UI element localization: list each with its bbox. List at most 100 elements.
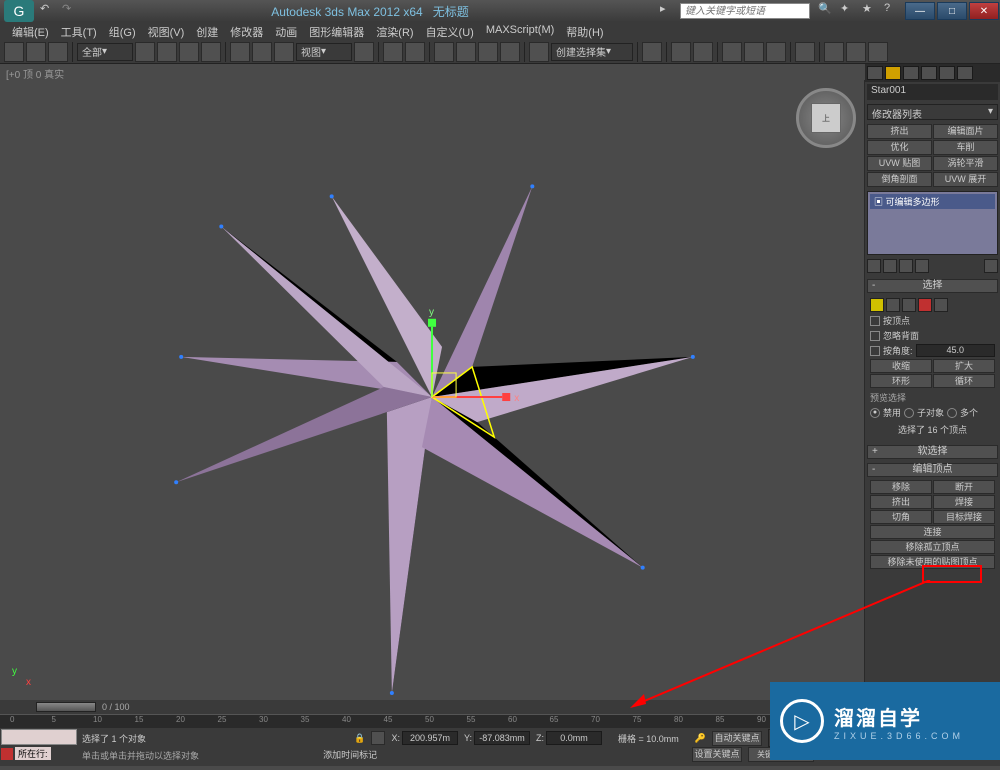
rotate-button[interactable] [252,42,272,62]
ring-button[interactable]: 环形 [870,374,932,388]
trackbar-strip[interactable] [1,729,77,745]
show-end-result-button[interactable] [883,259,897,273]
transform-type-button[interactable] [371,731,385,745]
edit-named-sel-button[interactable] [529,42,549,62]
x-coord-field[interactable]: 200.957m [402,731,458,745]
add-time-tag[interactable]: 添加时间标记 [323,748,377,761]
break-vertex-button[interactable]: 断开 [933,480,995,494]
favorite-icon[interactable]: ★ [862,2,880,20]
pin-stack-button[interactable] [867,259,881,273]
ignore-backfacing-checkbox[interactable] [870,331,880,341]
viewcube-face[interactable]: 上 [811,103,841,133]
target-weld-button[interactable]: 目标焊接 [933,510,995,524]
render-setup-button[interactable] [824,42,844,62]
redo-icon[interactable]: ↷ [62,2,80,20]
tab-motion[interactable] [921,66,937,80]
ref-coord-dropdown[interactable]: 视图 ▾ [296,43,352,61]
key-icon[interactable]: 🔑 [695,733,706,744]
remove-vertex-button[interactable]: 移除 [870,480,932,494]
move-button[interactable] [230,42,250,62]
tab-create[interactable] [867,66,883,80]
link-button[interactable] [48,42,68,62]
remove-unused-map-button[interactable]: 移除未使用的贴图顶点 [870,555,995,569]
chamfer-vertex-button[interactable]: 切角 [870,510,932,524]
view-cube[interactable]: 上 [796,88,856,148]
connect-vertices-button[interactable]: 连接 [870,525,995,539]
subobj-edge-button[interactable] [886,298,900,312]
tab-utilities[interactable] [957,66,973,80]
tab-modify[interactable] [885,66,901,80]
viewport[interactable]: x y 上 [0,80,865,700]
lock-icon[interactable]: 🔒 [354,733,365,744]
edit-vertices-header[interactable]: -编辑顶点 [867,463,998,477]
material-editor-button[interactable] [795,42,815,62]
preview-disable-radio[interactable] [870,408,880,418]
object-name-field[interactable]: Star001 [867,84,998,100]
menu-animation[interactable]: 动画 [269,22,303,40]
align-button[interactable] [671,42,691,62]
render-button[interactable] [868,42,888,62]
app-logo[interactable]: G [4,0,34,22]
mod-lathe-button[interactable]: 车削 [933,140,998,155]
schematic-view-button[interactable] [766,42,786,62]
preview-subobj-radio[interactable] [904,408,914,418]
mod-turbosmooth-button[interactable]: 涡轮平滑 [933,156,998,171]
grow-selection-button[interactable]: 扩大 [933,359,995,373]
select-name-button[interactable] [157,42,177,62]
select-region-button[interactable] [179,42,199,62]
undo-icon[interactable]: ↶ [40,2,58,20]
angle-snap-button[interactable] [456,42,476,62]
shrink-selection-button[interactable]: 收缩 [870,359,932,373]
undo-button[interactable] [4,42,24,62]
subobj-vertex-button[interactable] [870,298,884,312]
mod-bevel-button[interactable]: 倒角剖面 [867,172,932,187]
exchange-icon[interactable]: ✦ [840,2,858,20]
y-coord-field[interactable]: -87.083mm [474,731,530,745]
spinner-snap-button[interactable] [500,42,520,62]
modifier-stack[interactable]: ▣ 可编辑多边形 [867,191,998,255]
mod-uvwmap-button[interactable]: UVW 贴图 [867,156,932,171]
menu-rendering[interactable]: 渲染(R) [370,22,419,40]
configure-sets-button[interactable] [984,259,998,273]
remove-modifier-button[interactable] [915,259,929,273]
weld-vertex-button[interactable]: 焊接 [933,495,995,509]
tab-hierarchy[interactable] [903,66,919,80]
mod-editpatch-button[interactable]: 编辑面片 [933,124,998,139]
by-angle-checkbox[interactable] [870,346,880,356]
menu-edit[interactable]: 编辑(E) [6,22,55,40]
extrude-vertex-button[interactable]: 挤出 [870,495,932,509]
selection-rollout-header[interactable]: -选择 [867,279,998,293]
z-coord-field[interactable]: 0.0mm [546,731,602,745]
redo-button[interactable] [26,42,46,62]
selection-filter-dropdown[interactable]: 全部 ▾ [77,43,133,61]
subobj-border-button[interactable] [902,298,916,312]
curve-editor-button[interactable] [744,42,764,62]
soft-selection-header[interactable]: +软选择 [867,445,998,459]
make-unique-button[interactable] [899,259,913,273]
rendered-frame-button[interactable] [846,42,866,62]
viewport-label[interactable]: [+0 顶 0 真实 [0,64,865,80]
menu-help[interactable]: 帮助(H) [560,22,609,40]
menu-group[interactable]: 组(G) [103,22,142,40]
angle-field[interactable]: 45.0 [916,344,995,357]
by-vertex-checkbox[interactable] [870,316,880,326]
info-icon[interactable]: ▸ [660,2,678,20]
minimize-button[interactable]: — [905,2,935,20]
preview-multi-radio[interactable] [947,408,957,418]
tab-display[interactable] [939,66,955,80]
keyboard-shortcut-button[interactable] [405,42,425,62]
auto-key-button[interactable]: 自动关键点 [712,731,762,746]
layers-button[interactable] [693,42,713,62]
mirror-button[interactable] [642,42,662,62]
maximize-button[interactable]: □ [937,2,967,20]
time-slider-handle[interactable] [36,702,96,712]
help-search-input[interactable] [680,3,810,19]
named-selection-dropdown[interactable]: 创建选择集 ▾ [551,43,633,61]
menu-modifiers[interactable]: 修改器 [224,22,269,40]
loop-button[interactable]: 循环 [933,374,995,388]
close-button[interactable]: ✕ [969,2,999,20]
subobj-polygon-button[interactable] [918,298,932,312]
menu-create[interactable]: 创建 [190,22,224,40]
manipulate-button[interactable] [383,42,403,62]
snap-toggle-button[interactable] [434,42,454,62]
